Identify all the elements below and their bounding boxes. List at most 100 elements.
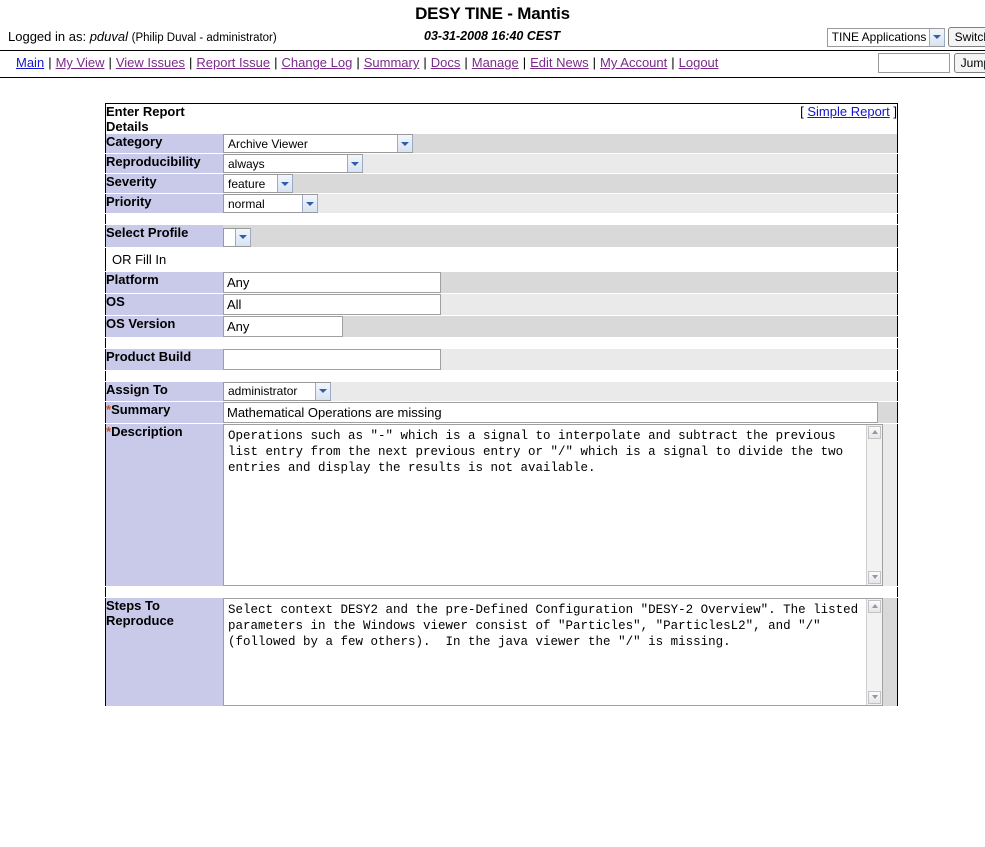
nav-item-logout[interactable]: Logout	[679, 55, 719, 70]
assign-to-select-value: administrator	[228, 384, 298, 398]
simple-report-cell: [ Simple Report ]	[223, 103, 898, 134]
jump-to-issue-group: Jump	[877, 53, 985, 73]
nav-item-my-view[interactable]: My View	[56, 55, 105, 70]
nav-item-edit-news[interactable]: Edit News	[530, 55, 589, 70]
os-input[interactable]	[223, 293, 441, 315]
label-reproducibility: Reproducibility	[105, 153, 223, 174]
chevron-down-icon	[315, 382, 331, 400]
value-description: Operations such as "-" which is a signal…	[223, 423, 898, 587]
value-category: Archive Viewer	[223, 134, 898, 154]
label-category: Category	[105, 134, 223, 154]
jump-issue-input[interactable]	[877, 53, 950, 73]
field-row-category: Category Archive Viewer	[105, 134, 898, 154]
category-select-value: Archive Viewer	[228, 136, 308, 151]
value-platform	[223, 271, 898, 294]
spacer-cell	[223, 586, 898, 598]
nav-item-manage[interactable]: Manage	[472, 55, 519, 70]
value-assign-to: administrator	[223, 381, 898, 402]
field-row-product-build: Product Build	[105, 348, 898, 371]
steps-to-reproduce-textarea[interactable]: Select context DESY2 and the pre-Defined…	[223, 597, 883, 706]
nav-separator: |	[464, 55, 468, 70]
nav-separator: |	[274, 55, 278, 70]
simple-report-link[interactable]: Simple Report	[807, 104, 889, 119]
nav-item-summary[interactable]: Summary	[364, 55, 420, 70]
priority-select[interactable]: normal	[223, 194, 318, 213]
nav-separator: |	[522, 55, 527, 70]
value-summary	[223, 401, 898, 424]
chevron-down-icon	[397, 135, 413, 152]
project-select[interactable]: TINE Applications	[826, 27, 945, 47]
os-version-input[interactable]	[223, 315, 343, 337]
label-description: *Description	[105, 423, 223, 587]
severity-select[interactable]: feature	[223, 174, 293, 193]
description-textarea[interactable]: Operations such as "-" which is a signal…	[223, 423, 883, 586]
logged-in-realname: (Philip Duval - administrator)	[131, 32, 277, 44]
summary-input[interactable]	[223, 401, 878, 423]
label-severity: Severity	[105, 173, 223, 194]
reproducibility-select-value: always	[228, 156, 265, 171]
product-build-input[interactable]	[223, 348, 441, 370]
nav-separator: |	[189, 55, 193, 70]
nav-separator: |	[48, 55, 52, 70]
field-row-assign-to: Assign To administrator	[105, 381, 898, 402]
value-os	[223, 293, 898, 316]
report-form-container: Enter Report Details [ Simple Report ] C…	[105, 103, 898, 707]
nav-item-change-log[interactable]: Change Log	[281, 55, 352, 70]
value-product-build	[223, 348, 898, 371]
chevron-down-icon	[277, 175, 293, 192]
nav-item-view-issues[interactable]: View Issues	[116, 55, 185, 70]
value-os-version	[223, 315, 898, 338]
page-root: DESY TINE - Mantis Logged in as: pduval …	[0, 0, 985, 847]
nav-item-main[interactable]: Main	[16, 55, 44, 70]
nav-item-my-account[interactable]: My Account	[600, 55, 667, 70]
form-header-row: Enter Report Details [ Simple Report ]	[105, 103, 898, 134]
scroll-down-icon[interactable]	[868, 570, 881, 584]
assign-to-select[interactable]: administrator	[223, 381, 331, 401]
page-title-line1: Enter Report	[106, 104, 185, 119]
logged-in-prefix: Logged in as:	[8, 29, 87, 44]
profile-select[interactable]	[223, 227, 251, 247]
field-row-platform: Platform	[105, 271, 898, 294]
scroll-up-icon[interactable]	[868, 599, 881, 613]
reproducibility-select[interactable]: always	[223, 154, 363, 173]
switch-project-button[interactable]: Switch	[947, 27, 985, 47]
spacer-row	[105, 370, 898, 382]
scroll-down-icon[interactable]	[868, 690, 881, 704]
enter-report-details-table: Enter Report Details [ Simple Report ] C…	[105, 103, 898, 707]
label-os-version: OS Version	[105, 315, 223, 338]
nav-links: Main | My View | View Issues | Report Issue | Ch…	[16, 55, 718, 70]
description-scrollbar[interactable]	[866, 424, 882, 585]
description-textarea-text: Operations such as "-" which is a signal…	[228, 428, 851, 475]
field-row-select-profile: Select Profile	[105, 224, 898, 248]
steps-scrollbar[interactable]	[866, 598, 882, 705]
spacer-cell	[223, 213, 898, 225]
field-row-os-version: OS Version	[105, 315, 898, 338]
platform-input[interactable]	[223, 271, 441, 293]
jump-button[interactable]: Jump	[953, 53, 985, 73]
value-steps-to-reproduce: Select context DESY2 and the pre-Defined…	[223, 597, 898, 707]
label-summary-text: Summary	[111, 401, 171, 417]
chevron-down-icon	[302, 195, 318, 212]
or-fill-in-empty-cell	[223, 247, 898, 272]
steps-to-reproduce-textarea-text: Select context DESY2 and the pre-Defined…	[228, 602, 866, 649]
scroll-up-icon[interactable]	[868, 425, 881, 439]
field-row-severity: Severity feature	[105, 173, 898, 194]
value-priority: normal	[223, 193, 898, 214]
nav-item-report-issue[interactable]: Report Issue	[196, 55, 270, 70]
label-platform: Platform	[105, 271, 223, 294]
chevron-down-icon	[347, 155, 363, 172]
nav-item-docs[interactable]: Docs	[431, 55, 461, 70]
label-summary: *Summary	[105, 401, 223, 424]
spacer-cell	[105, 337, 223, 349]
bracket-close: ]	[893, 104, 897, 119]
project-switch-group: TINE Applications Switch	[826, 27, 985, 47]
project-select-value: TINE Applications	[831, 30, 927, 44]
nav-separator: |	[671, 55, 675, 70]
main-navigation-bar: Main | My View | View Issues | Report Issue | Ch…	[0, 50, 985, 78]
nav-separator: |	[356, 55, 360, 70]
category-select[interactable]: Archive Viewer	[223, 134, 413, 153]
label-or-fill-in: OR Fill In	[105, 247, 223, 272]
chevron-down-icon	[928, 28, 945, 46]
nav-separator: |	[108, 55, 112, 70]
spacer-cell	[223, 370, 898, 382]
